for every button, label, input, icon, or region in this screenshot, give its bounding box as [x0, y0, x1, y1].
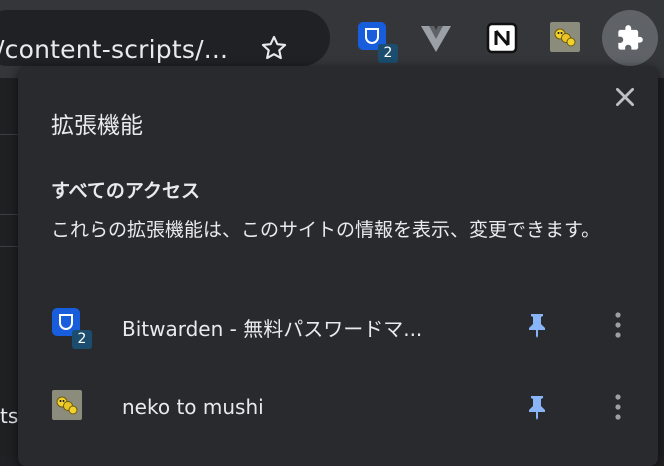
bitwarden-row-badge: 2: [72, 330, 92, 349]
vue-devtools-icon[interactable]: [418, 20, 454, 56]
section-description: これらの拡張機能は、このサイトの情報を表示、変更できます。: [51, 219, 601, 241]
divider: [0, 214, 20, 215]
close-icon[interactable]: [612, 84, 638, 110]
more-options-icon[interactable]: [608, 310, 628, 340]
neko-to-mushi-icon: [52, 390, 84, 422]
bitwarden-icon: 2: [52, 308, 92, 349]
extensions-menu-button[interactable]: [602, 10, 658, 66]
bitwarden-toolbar-button[interactable]: 2: [356, 18, 398, 63]
bookmark-star-icon[interactable]: [260, 34, 288, 62]
more-options-icon[interactable]: [608, 392, 628, 422]
divider: [0, 134, 20, 135]
pin-icon[interactable]: [526, 312, 548, 338]
extension-row-neko-to-mushi[interactable]: neko to mushi: [18, 378, 658, 442]
extensions-popup: 拡張機能 すべてのアクセス これらの拡張機能は、このサイトの情報を表示、変更でき…: [18, 66, 658, 466]
extension-row-bitwarden[interactable]: 2 Bitwarden - 無料パスワードマ...: [18, 296, 658, 360]
bitwarden-badge: 2: [378, 44, 398, 63]
puzzle-icon: [618, 25, 643, 50]
divider: [0, 246, 20, 247]
popup-title: 拡張機能: [51, 113, 143, 139]
neko-to-mushi-toolbar-button[interactable]: [546, 18, 586, 58]
omnibox[interactable]: n/content-scripts/...: [0, 10, 330, 66]
section-title: すべてのアクセス: [51, 180, 200, 202]
extension-name: Bitwarden - 無料パスワードマ...: [122, 317, 423, 341]
url-text[interactable]: n/content-scripts/...: [0, 34, 228, 66]
notion-icon[interactable]: [484, 20, 520, 56]
pin-icon[interactable]: [526, 394, 548, 420]
page-text-fragment: ts: [0, 404, 19, 428]
neko-to-mushi-icon: [550, 22, 580, 52]
extension-name: neko to mushi: [122, 395, 264, 419]
